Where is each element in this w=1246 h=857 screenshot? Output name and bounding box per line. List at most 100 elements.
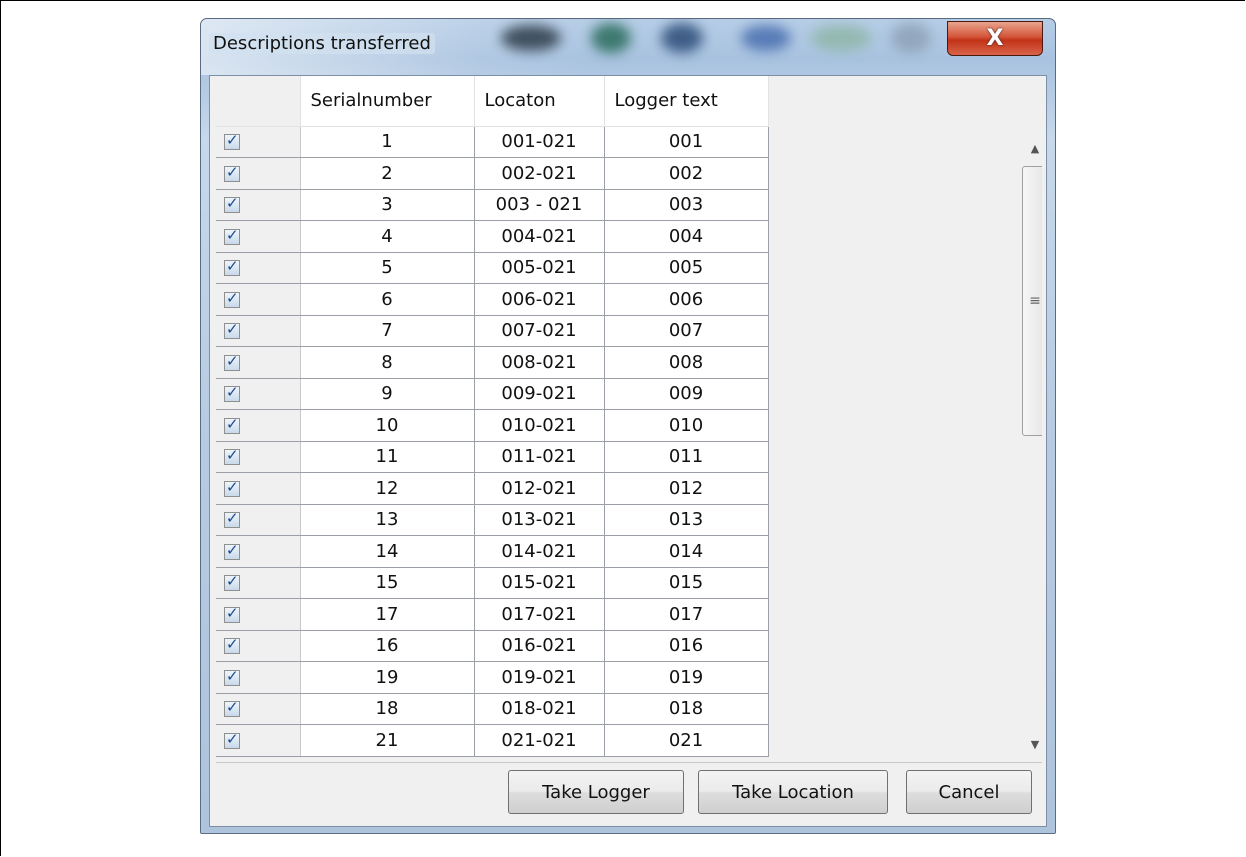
table-row[interactable]: 2002-021002 — [216, 157, 769, 190]
cell-serialnumber[interactable]: 14 — [300, 535, 475, 568]
row-checkbox[interactable] — [224, 257, 240, 277]
close-button[interactable]: X — [947, 21, 1043, 56]
cell-serialnumber[interactable]: 12 — [300, 472, 475, 505]
cell-serialnumber[interactable]: 11 — [300, 441, 475, 473]
vertical-scrollbar[interactable]: ▲ ≡ ▼ — [1020, 130, 1042, 762]
table-row[interactable]: 7007-021007 — [216, 315, 769, 347]
row-checkbox[interactable] — [224, 289, 240, 308]
table-row[interactable]: 12012-021012 — [216, 472, 769, 505]
cell-logger-text[interactable]: 009 — [604, 378, 769, 410]
row-checkbox[interactable] — [224, 509, 240, 529]
table-row[interactable]: 1001-021001 — [216, 126, 769, 158]
cell-location[interactable]: 018-021 — [474, 693, 605, 725]
cell-serialnumber[interactable]: 21 — [300, 724, 475, 757]
cell-location[interactable]: 002-021 — [474, 157, 605, 190]
cell-serialnumber[interactable]: 19 — [300, 661, 475, 694]
scroll-down-arrow-icon[interactable]: ▼ — [1020, 726, 1042, 762]
row-checkbox[interactable] — [224, 635, 240, 655]
cell-logger-text[interactable]: 010 — [604, 409, 769, 442]
cell-serialnumber[interactable]: 8 — [300, 346, 475, 379]
column-header-location[interactable]: Locaton — [474, 76, 605, 127]
cell-location[interactable]: 009-021 — [474, 378, 605, 410]
scroll-up-arrow-icon[interactable]: ▲ — [1020, 130, 1042, 166]
cell-logger-text[interactable]: 012 — [604, 472, 769, 505]
cell-location[interactable]: 017-021 — [474, 598, 605, 631]
cell-serialnumber[interactable]: 5 — [300, 252, 475, 284]
cell-logger-text[interactable]: 001 — [604, 126, 769, 158]
row-checkbox[interactable] — [224, 572, 240, 592]
cell-location[interactable]: 019-021 — [474, 661, 605, 694]
cell-serialnumber[interactable]: 10 — [300, 409, 475, 442]
cell-location[interactable]: 021-021 — [474, 724, 605, 757]
cell-logger-text[interactable]: 014 — [604, 535, 769, 568]
cell-logger-text[interactable]: 006 — [604, 283, 769, 316]
cell-location[interactable]: 010-021 — [474, 409, 605, 442]
cell-serialnumber[interactable]: 7 — [300, 315, 475, 347]
cell-logger-text[interactable]: 011 — [604, 441, 769, 473]
cell-logger-text[interactable]: 017 — [604, 598, 769, 631]
take-location-button[interactable]: Take Location — [698, 770, 888, 814]
table-row[interactable]: 6006-021006 — [216, 283, 769, 316]
cell-serialnumber[interactable]: 17 — [300, 598, 475, 631]
cell-logger-text[interactable]: 013 — [604, 504, 769, 536]
cell-logger-text[interactable]: 005 — [604, 252, 769, 284]
row-checkbox[interactable] — [224, 698, 240, 718]
cell-serialnumber[interactable]: 18 — [300, 693, 475, 725]
cell-logger-text[interactable]: 019 — [604, 661, 769, 694]
table-row[interactable]: 5005-021005 — [216, 252, 769, 284]
table-row[interactable]: 18018-021018 — [216, 693, 769, 725]
table-row[interactable]: 8008-021008 — [216, 346, 769, 379]
cell-location[interactable]: 007-021 — [474, 315, 605, 347]
cell-location[interactable]: 003 - 021 — [474, 189, 605, 221]
cell-logger-text[interactable]: 004 — [604, 220, 769, 253]
cell-serialnumber[interactable]: 13 — [300, 504, 475, 536]
cell-serialnumber[interactable]: 2 — [300, 157, 475, 190]
column-header-serialnumber[interactable]: Serialnumber — [300, 76, 475, 127]
cell-location[interactable]: 011-021 — [474, 441, 605, 473]
row-checkbox[interactable] — [224, 667, 240, 686]
row-checkbox[interactable] — [224, 730, 240, 749]
cell-logger-text[interactable]: 007 — [604, 315, 769, 347]
table-row[interactable]: 19019-021019 — [216, 661, 769, 694]
cell-location[interactable]: 006-021 — [474, 283, 605, 316]
table-row[interactable]: 11011-021011 — [216, 441, 769, 473]
cell-logger-text[interactable]: 003 — [604, 189, 769, 221]
cell-logger-text[interactable]: 002 — [604, 157, 769, 190]
cancel-button[interactable]: Cancel — [906, 770, 1032, 814]
row-checkbox[interactable] — [224, 604, 240, 623]
cell-logger-text[interactable]: 016 — [604, 630, 769, 662]
cell-location[interactable]: 005-021 — [474, 252, 605, 284]
table-row[interactable]: 13013-021013 — [216, 504, 769, 536]
cell-location[interactable]: 001-021 — [474, 126, 605, 158]
cell-serialnumber[interactable]: 1 — [300, 126, 475, 158]
row-checkbox[interactable] — [224, 352, 240, 371]
cell-logger-text[interactable]: 018 — [604, 693, 769, 725]
cell-location[interactable]: 015-021 — [474, 567, 605, 599]
scrollbar-thumb[interactable]: ≡ — [1022, 166, 1042, 436]
cell-location[interactable]: 016-021 — [474, 630, 605, 662]
table-row[interactable]: 3003 - 021003 — [216, 189, 769, 221]
cell-serialnumber[interactable]: 4 — [300, 220, 475, 253]
take-logger-button[interactable]: Take Logger — [508, 770, 684, 814]
cell-location[interactable]: 004-021 — [474, 220, 605, 253]
table-row[interactable]: 17017-021017 — [216, 598, 769, 631]
row-checkbox[interactable] — [224, 320, 240, 340]
row-checkbox[interactable] — [224, 163, 240, 182]
row-checkbox[interactable] — [224, 541, 240, 560]
table-row[interactable]: 15015-021015 — [216, 567, 769, 599]
row-checkbox[interactable] — [224, 478, 240, 497]
table-row[interactable]: 14014-021014 — [216, 535, 769, 568]
cell-serialnumber[interactable]: 9 — [300, 378, 475, 410]
row-checkbox[interactable] — [224, 383, 240, 403]
row-checkbox[interactable] — [224, 446, 240, 466]
table-row[interactable]: 10010-021010 — [216, 409, 769, 442]
column-header-logger-text[interactable]: Logger text — [604, 76, 769, 127]
cell-serialnumber[interactable]: 6 — [300, 283, 475, 316]
cell-logger-text[interactable]: 008 — [604, 346, 769, 379]
cell-serialnumber[interactable]: 3 — [300, 189, 475, 221]
table-row[interactable]: 4004-021004 — [216, 220, 769, 253]
row-checkbox[interactable] — [224, 131, 240, 151]
cell-location[interactable]: 008-021 — [474, 346, 605, 379]
cell-serialnumber[interactable]: 15 — [300, 567, 475, 599]
cell-location[interactable]: 014-021 — [474, 535, 605, 568]
